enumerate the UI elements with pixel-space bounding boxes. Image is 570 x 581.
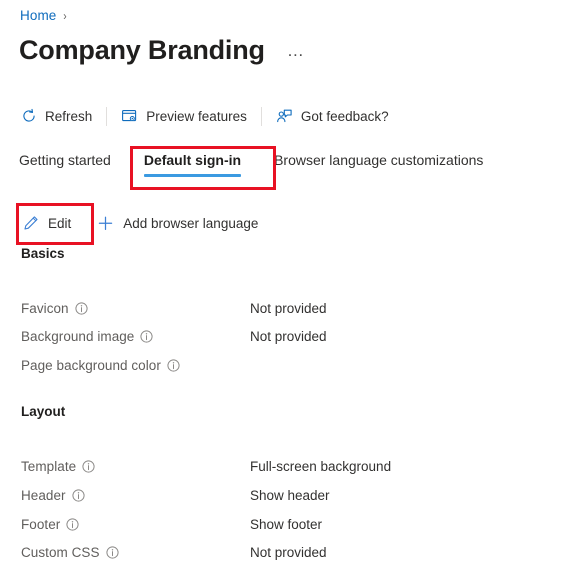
plus-icon (97, 215, 114, 232)
more-options-icon[interactable]: … (287, 41, 306, 61)
property-label-footer: Footer (21, 517, 250, 532)
tab-default-sign-in[interactable]: Default sign-in (143, 152, 242, 177)
info-icon[interactable] (82, 459, 95, 473)
info-icon[interactable] (140, 329, 153, 343)
edit-button[interactable]: Edit (22, 215, 71, 232)
property-label-page-background-color-text: Page background color (21, 357, 161, 373)
preview-features-button[interactable]: Preview features (121, 100, 247, 132)
property-value-header: Show header (250, 487, 330, 503)
got-feedback-button[interactable]: Got feedback? (276, 100, 389, 132)
preview-features-button-label: Preview features (146, 108, 247, 124)
command-bar: Refresh Preview features Got feedback? (20, 100, 389, 132)
refresh-icon (20, 108, 37, 125)
property-label-template-text: Template (21, 458, 77, 474)
section-heading-basics: Basics (21, 246, 65, 261)
property-value-template: Full-screen background (250, 458, 392, 474)
info-icon[interactable] (167, 358, 180, 372)
property-label-header: Header (21, 488, 250, 503)
tab-default-sign-in-label: Default sign-in (143, 152, 242, 168)
breadcrumb-item-home[interactable]: Home (20, 8, 56, 23)
page-header: Company Branding … (19, 33, 305, 67)
property-label-footer-text: Footer (21, 516, 61, 532)
info-icon[interactable] (72, 488, 85, 502)
property-row-favicon: Favicon Not provided (21, 298, 531, 318)
command-separator-1 (106, 106, 108, 126)
tab-getting-started-label: Getting started (19, 152, 111, 168)
refresh-button-label: Refresh (45, 108, 93, 124)
property-row-background-image: Background image Not provided (21, 326, 531, 346)
breadcrumb: Home › (20, 8, 67, 23)
property-value-footer: Show footer (250, 516, 323, 532)
tab-selected-underline (143, 174, 242, 177)
tab-getting-started[interactable]: Getting started (19, 152, 111, 177)
add-browser-language-button-label: Add browser language (123, 215, 259, 231)
feedback-icon (276, 108, 293, 125)
tab-browser-language-customizations[interactable]: Browser language customizations (274, 152, 483, 177)
property-label-custom-css: Custom CSS (21, 545, 250, 560)
info-icon[interactable] (105, 545, 119, 559)
property-row-footer: Footer Show footer (21, 514, 531, 534)
property-label-favicon-text: Favicon (21, 300, 69, 316)
refresh-button[interactable]: Refresh (20, 100, 92, 132)
property-value-background-image: Not provided (250, 328, 327, 344)
property-row-page-background-color: Page background color (21, 355, 531, 375)
info-icon[interactable] (66, 517, 79, 531)
got-feedback-button-label: Got feedback? (300, 108, 389, 124)
property-value-favicon: Not provided (250, 300, 327, 316)
page-title: Company Branding (19, 35, 265, 65)
property-row-header: Header Show header (21, 485, 531, 505)
tab-browser-language-customizations-label: Browser language customizations (274, 152, 484, 168)
property-label-favicon: Favicon (21, 301, 250, 316)
pencil-icon (22, 215, 39, 232)
property-label-background-image-text: Background image (21, 328, 135, 344)
add-browser-language-button[interactable]: Add browser language (97, 215, 258, 232)
tab-list: Getting started Default sign-in Browser … (19, 152, 516, 177)
chevron-right-icon: › (63, 8, 68, 23)
property-label-template: Template (21, 459, 250, 474)
property-row-custom-css: Custom CSS Not provided (21, 542, 531, 562)
preview-features-icon (121, 108, 138, 125)
property-label-background-image: Background image (21, 329, 250, 344)
property-label-header-text: Header (21, 487, 66, 503)
command-separator-2 (260, 106, 262, 126)
property-label-custom-css-text: Custom CSS (21, 544, 100, 560)
property-row-template: Template Full-screen background (21, 456, 531, 476)
action-bar: Edit Add browser language (22, 208, 258, 238)
section-heading-layout: Layout (21, 404, 66, 419)
property-label-page-background-color: Page background color (21, 358, 250, 373)
edit-button-label: Edit (48, 215, 72, 231)
property-value-custom-css: Not provided (250, 544, 327, 560)
info-icon[interactable] (75, 301, 88, 315)
